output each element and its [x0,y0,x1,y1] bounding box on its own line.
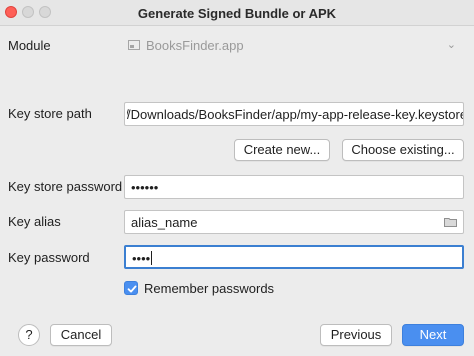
next-button[interactable]: Next [402,324,464,346]
choose-existing-button[interactable]: Choose existing... [342,139,464,161]
remember-passwords-label[interactable]: Remember passwords [144,281,274,296]
previous-button[interactable]: Previous [320,324,392,346]
module-label: Module [8,38,51,53]
cancel-button[interactable]: Cancel [50,324,112,346]
key-password-dots: •••• [132,251,151,266]
create-new-button[interactable]: Create new... [234,139,330,161]
key-password-value: •••• [132,251,153,266]
folder-module-icon [128,40,140,50]
folder-icon[interactable] [444,217,457,227]
key-store-path-input[interactable]: ̸/Downloads/BooksFinder/app/my-app-relea… [124,102,464,126]
chevron-down-icon: ⌄ [446,39,456,51]
dialog-window: Generate Signed Bundle or APK Module Boo… [0,0,474,356]
help-button[interactable]: ? [18,324,40,346]
title-bar: Generate Signed Bundle or APK [0,0,474,26]
key-store-path-label: Key store path [8,106,92,121]
key-alias-value: alias_name [131,215,198,230]
key-store-password-label: Key store password [8,179,123,194]
module-value: BooksFinder.app [146,38,244,53]
key-store-path-value: ̸/Downloads/BooksFinder/app/my-app-relea… [127,107,463,122]
text-cursor [151,251,153,265]
key-store-password-value: •••••• [131,180,159,195]
key-alias-input[interactable]: alias_name [124,210,464,234]
key-store-password-input[interactable]: •••••• [124,175,464,199]
remember-passwords-checkbox[interactable] [124,281,138,295]
module-select: BooksFinder.app ⌄ [124,35,464,57]
dialog-title: Generate Signed Bundle or APK [137,6,337,21]
checkmark-icon [127,285,137,293]
key-password-label: Key password [8,250,90,265]
key-password-input[interactable]: •••• [124,245,464,269]
key-alias-label: Key alias [8,214,61,229]
